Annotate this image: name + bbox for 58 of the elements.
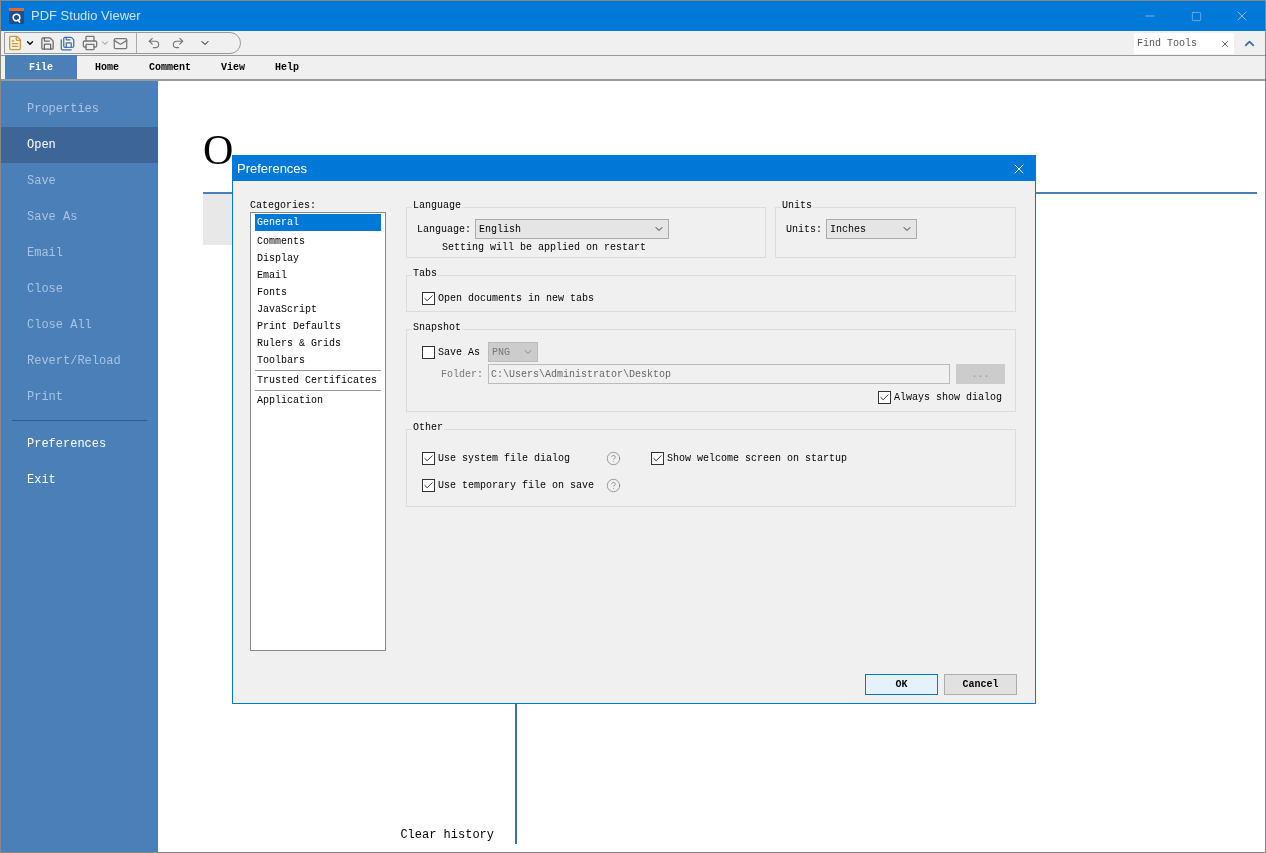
checkbox-label: Show welcome screen on startup bbox=[667, 452, 848, 466]
field-label: Units: bbox=[786, 222, 822, 237]
dialog-title: Preferences bbox=[237, 159, 308, 178]
checkbox[interactable] bbox=[422, 452, 435, 465]
checkbox-label: Always show dialog bbox=[893, 391, 1002, 405]
dialog-button[interactable]: Cancel bbox=[944, 674, 1017, 695]
app-logo-icon bbox=[9, 8, 24, 24]
checkbox[interactable] bbox=[877, 391, 891, 404]
save-all-icon[interactable] bbox=[60, 35, 75, 51]
menu-tab[interactable]: View bbox=[221, 55, 246, 79]
menu-tab[interactable]: Help bbox=[275, 55, 300, 79]
caret-icon[interactable] bbox=[25, 38, 35, 48]
category-item[interactable]: Trusted Certificates bbox=[255, 372, 381, 389]
field-label: Language: bbox=[417, 222, 471, 237]
category-item[interactable]: Display bbox=[255, 250, 381, 267]
clear-history-link[interactable]: Clear history bbox=[400, 826, 494, 844]
checkbox-label: Open documents in new tabs bbox=[438, 292, 595, 306]
category-item[interactable]: JavaScript bbox=[255, 301, 381, 318]
restart-note: Setting will be applied on restart bbox=[442, 241, 648, 255]
category-item[interactable]: Toolbars bbox=[255, 352, 381, 369]
checkbox-label: Save As bbox=[438, 345, 480, 360]
category-item[interactable]: Rulers & Grids bbox=[255, 335, 381, 352]
category-item[interactable]: Print Defaults bbox=[255, 318, 381, 335]
save-icon[interactable] bbox=[40, 35, 55, 51]
menu-tab[interactable]: Comment bbox=[149, 55, 192, 79]
help-icon[interactable] bbox=[606, 478, 621, 493]
checkbox-label: Use system file dialog bbox=[438, 452, 571, 466]
sidebar-item[interactable]: Open bbox=[1, 127, 158, 163]
menu-tab[interactable]: File bbox=[5, 55, 77, 79]
mail-icon[interactable] bbox=[113, 35, 128, 51]
window-title: PDF Studio Viewer bbox=[31, 7, 141, 26]
group-title: Snapshot bbox=[412, 321, 462, 335]
checkbox[interactable] bbox=[651, 452, 664, 465]
page-heading: O bbox=[203, 127, 234, 173]
category-item[interactable]: Email bbox=[255, 267, 381, 284]
checkbox-label: Use temporary file on save bbox=[438, 479, 595, 493]
sidebar-item[interactable]: Exit bbox=[1, 462, 158, 498]
checkbox[interactable] bbox=[422, 479, 435, 492]
dialog-button[interactable]: OK bbox=[865, 674, 938, 695]
category-item[interactable]: Application bbox=[255, 392, 381, 409]
sidebar-item[interactable]: Preferences bbox=[1, 426, 158, 462]
category-item[interactable]: General bbox=[255, 214, 381, 231]
checkbox[interactable] bbox=[422, 292, 435, 305]
undo-icon[interactable] bbox=[147, 36, 161, 50]
clear-icon[interactable] bbox=[1220, 38, 1230, 49]
units-dropdown[interactable]: Inches bbox=[826, 219, 917, 239]
categories-label: Categories: bbox=[250, 200, 317, 211]
redo-icon[interactable] bbox=[171, 36, 185, 50]
category-item[interactable]: Fonts bbox=[255, 284, 381, 301]
checkbox[interactable] bbox=[422, 345, 435, 359]
language-dropdown[interactable]: English bbox=[475, 219, 669, 239]
printer-icon[interactable] bbox=[82, 35, 98, 51]
find-tools-field[interactable]: Find Tools bbox=[1134, 32, 1234, 54]
help-icon[interactable] bbox=[606, 451, 621, 466]
group-title: Language bbox=[412, 199, 462, 213]
menu-tab[interactable]: Home bbox=[95, 55, 119, 79]
field-label: Folder: bbox=[441, 367, 483, 382]
category-item[interactable]: Comments bbox=[255, 233, 381, 250]
